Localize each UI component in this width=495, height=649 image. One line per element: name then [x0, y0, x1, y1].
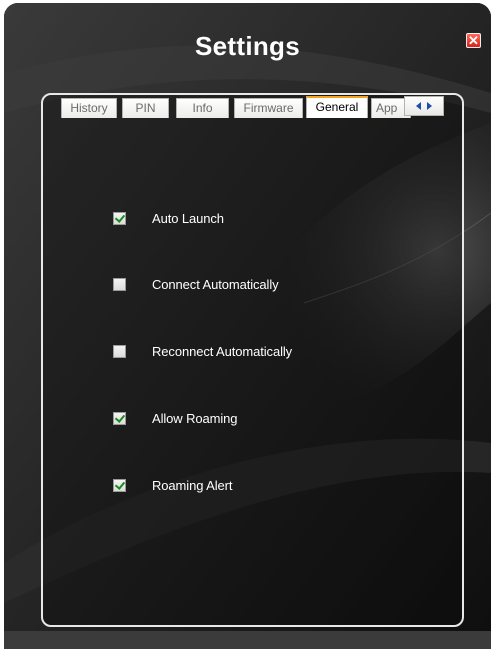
- option-label: Reconnect Automatically: [152, 343, 293, 359]
- option-label: Allow Roaming: [152, 410, 238, 426]
- option-allow-roaming[interactable]: Allow Roaming: [113, 410, 238, 426]
- tab-firmware[interactable]: Firmware: [234, 98, 303, 118]
- tab-info[interactable]: Info: [176, 98, 229, 118]
- tab-bar: History PIN Info Firmware General App: [56, 96, 445, 118]
- option-connect-automatically[interactable]: Connect Automatically: [113, 276, 279, 292]
- reconnect-automatically-checkbox[interactable]: [113, 344, 126, 358]
- option-roaming-alert[interactable]: Roaming Alert: [113, 477, 232, 493]
- option-label: Auto Launch: [152, 210, 224, 226]
- tab-history[interactable]: History: [61, 98, 117, 118]
- option-label: Roaming Alert: [152, 477, 233, 493]
- window-title: Settings: [195, 31, 300, 61]
- arrow-left-icon[interactable]: [416, 102, 421, 110]
- close-icon[interactable]: ✕: [466, 33, 481, 48]
- tab-pin[interactable]: PIN: [122, 98, 169, 118]
- allow-roaming-checkbox[interactable]: [113, 411, 126, 425]
- option-auto-launch[interactable]: Auto Launch: [113, 210, 224, 226]
- tab-scroll-buttons: [404, 96, 444, 116]
- connect-automatically-checkbox[interactable]: [113, 277, 126, 291]
- arrow-right-icon[interactable]: [427, 102, 432, 110]
- option-label: Connect Automatically: [152, 276, 279, 292]
- settings-panel: [41, 93, 464, 627]
- roaming-alert-checkbox[interactable]: [113, 478, 126, 492]
- auto-launch-checkbox[interactable]: [113, 211, 126, 225]
- tab-general[interactable]: General: [306, 96, 368, 118]
- option-reconnect-automatically[interactable]: Reconnect Automatically: [113, 343, 292, 359]
